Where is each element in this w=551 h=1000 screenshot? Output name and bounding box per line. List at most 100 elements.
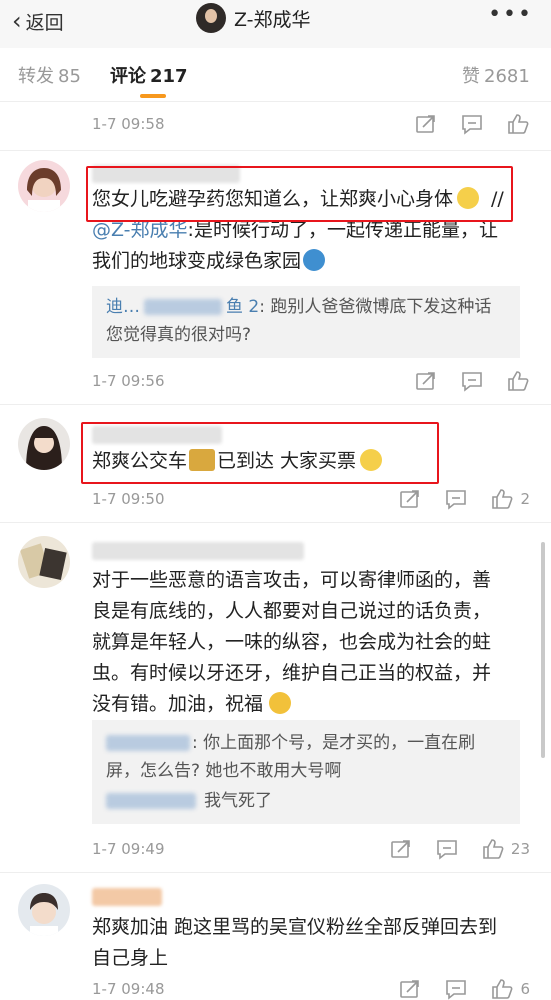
reply-text: : 你上面那个号，是才买的，一直在刷: [192, 733, 476, 753]
active-tab-indicator: [140, 94, 166, 98]
reply-button[interactable]: [460, 112, 484, 136]
comment-meta: 1-7 09:58: [92, 111, 540, 137]
timestamp: 1-7 09:48: [92, 980, 165, 998]
repost-icon: [400, 490, 420, 508]
comment-actions: 6: [376, 976, 530, 1000]
comment-actions: 23: [367, 836, 530, 862]
nickname-blurred: [92, 542, 304, 560]
comment-actions: [392, 111, 530, 137]
tab-count: 2681: [484, 66, 530, 87]
thumbs-up-icon: [508, 114, 529, 134]
repost-button[interactable]: [398, 487, 422, 511]
like-count: 2: [520, 490, 530, 508]
timestamp: 1-7 09:50: [92, 490, 165, 508]
more-icon[interactable]: •••: [488, 2, 533, 27]
tab-comments[interactable]: 评论 217: [110, 62, 188, 88]
tab-likes[interactable]: 赞 2681: [462, 62, 530, 88]
reply-button[interactable]: [444, 977, 468, 1000]
back-button[interactable]: ‹ 返回: [12, 6, 64, 36]
divider: [0, 404, 551, 405]
page-title: Z-郑成华: [234, 8, 311, 31]
comment-text-line: 郑爽加油 跑这里骂的吴宣仪粉丝全部反弹回去到: [92, 916, 498, 938]
like-count: 23: [510, 840, 530, 858]
comment-text: 我们的地球变成绿色家园: [92, 246, 542, 277]
like-button[interactable]: [506, 369, 530, 393]
reply-preview[interactable]: 迪… 鱼 2: 跑别人爸爸微博底下发这种话 您觉得真的很对吗?: [92, 286, 520, 358]
repost-button[interactable]: [398, 977, 422, 1000]
tab-count: 85: [58, 66, 81, 87]
avatar[interactable]: [18, 884, 70, 936]
tab-count: 217: [150, 66, 188, 87]
divider: [0, 522, 551, 523]
reply-button[interactable]: [435, 837, 459, 861]
mention-link[interactable]: @Z-郑成华: [92, 219, 188, 241]
scrollbar[interactable]: [541, 542, 545, 758]
repost-icon: [416, 372, 435, 390]
thumbs-up-icon: [492, 979, 513, 999]
comment-icon: [462, 115, 482, 135]
comment-text-line: 就算是年轻人，一味的纵容，也会成为社会的蛀: [92, 631, 492, 653]
comment-actions: 2: [376, 486, 530, 512]
reply-author[interactable]: 迪…: [106, 297, 140, 317]
comment-text: 对于一些恶意的语言攻击，可以寄律师函的，善 良是有底线的，人人都要对自己说过的话…: [92, 565, 532, 720]
reply-line: 屏，怎么告? 她也不敢用大号啊: [106, 761, 342, 781]
like-button[interactable]: 23: [481, 837, 530, 861]
like-count: 6: [520, 980, 530, 998]
comment-meta: 1-7 09:48 6: [92, 976, 540, 1000]
tab-reposts[interactable]: 转发 85: [18, 62, 81, 88]
reply-button[interactable]: [460, 369, 484, 393]
avatar[interactable]: [18, 536, 70, 588]
divider: [0, 150, 551, 151]
comment-text-line: :是时候行动了，一起传递正能量，让: [187, 219, 498, 241]
timestamp: 1-7 09:56: [92, 372, 165, 390]
avatar[interactable]: [18, 418, 70, 470]
header-user[interactable]: Z-郑成华: [196, 2, 311, 34]
reply-line: 您觉得真的很对吗?: [106, 325, 252, 345]
thumbs-up-icon: [492, 489, 513, 509]
name-blur: [106, 735, 190, 751]
comment-actions: [392, 368, 530, 394]
reply-line: 我气死了: [106, 788, 272, 814]
reply-preview[interactable]: : 你上面那个号，是才买的，一直在刷 屏，怎么告? 她也不敢用大号啊 我气死了: [92, 720, 520, 824]
tab-label: 评论: [110, 66, 146, 87]
comment-icon: [446, 490, 467, 510]
comment-meta: 1-7 09:56: [92, 368, 540, 394]
back-label: 返回: [25, 11, 64, 34]
thumbs-up-icon: [508, 371, 529, 391]
tab-label: 转发: [18, 66, 54, 87]
reply-line: : 你上面那个号，是才买的，一直在刷: [106, 730, 475, 756]
timestamp: 1-7 09:49: [92, 840, 165, 858]
praying-emoji-icon: [269, 692, 292, 714]
globe-icon: [303, 249, 326, 271]
reply-text: : 跑别人爸爸微博底下发这种话: [259, 297, 492, 317]
repost-icon: [400, 980, 420, 998]
comment-text-line: 自己身上: [92, 947, 169, 969]
comment-text-line: 对于一些恶意的语言攻击，可以寄律师函的，善: [92, 569, 492, 591]
comment-text-line: 良是有底线的，人人都要对自己说过的话负责，: [92, 600, 492, 622]
comment-icon: [437, 840, 457, 860]
top-bar: ‹ 返回 Z-郑成华 •••: [0, 0, 551, 48]
chevron-left-icon: ‹: [12, 7, 22, 35]
tab-bar: 转发 85 评论 217 赞 2681: [0, 48, 551, 102]
like-button[interactable]: [506, 112, 530, 136]
comment-meta: 1-7 09:49 23: [92, 836, 540, 862]
reply-button[interactable]: [444, 487, 468, 511]
reply-text: 我气死了: [204, 791, 272, 811]
highlight-box: [86, 166, 513, 222]
highlight-box: [81, 422, 439, 484]
like-button[interactable]: 6: [490, 977, 530, 1000]
avatar: [196, 3, 226, 33]
repost-button[interactable]: [389, 837, 413, 861]
comment-text-line: 虫。有时候以牙还牙，维护自己正当的权益，并: [92, 662, 492, 684]
reply-author-suffix: 鱼 2: [226, 297, 260, 317]
thumbs-up-icon: [483, 839, 504, 859]
tab-label: 赞: [462, 66, 480, 87]
repost-button[interactable]: [414, 112, 438, 136]
like-button[interactable]: 2: [490, 487, 530, 511]
comment-text: 郑爽加油 跑这里骂的吴宣仪粉丝全部反弹回去到 自己身上: [92, 912, 532, 974]
comment-meta: 1-7 09:50 2: [92, 486, 540, 512]
repost-button[interactable]: [414, 369, 438, 393]
nickname-blurred: [92, 888, 162, 906]
comment-text-line: 我们的地球变成绿色家园: [92, 250, 302, 272]
avatar[interactable]: [18, 160, 70, 212]
